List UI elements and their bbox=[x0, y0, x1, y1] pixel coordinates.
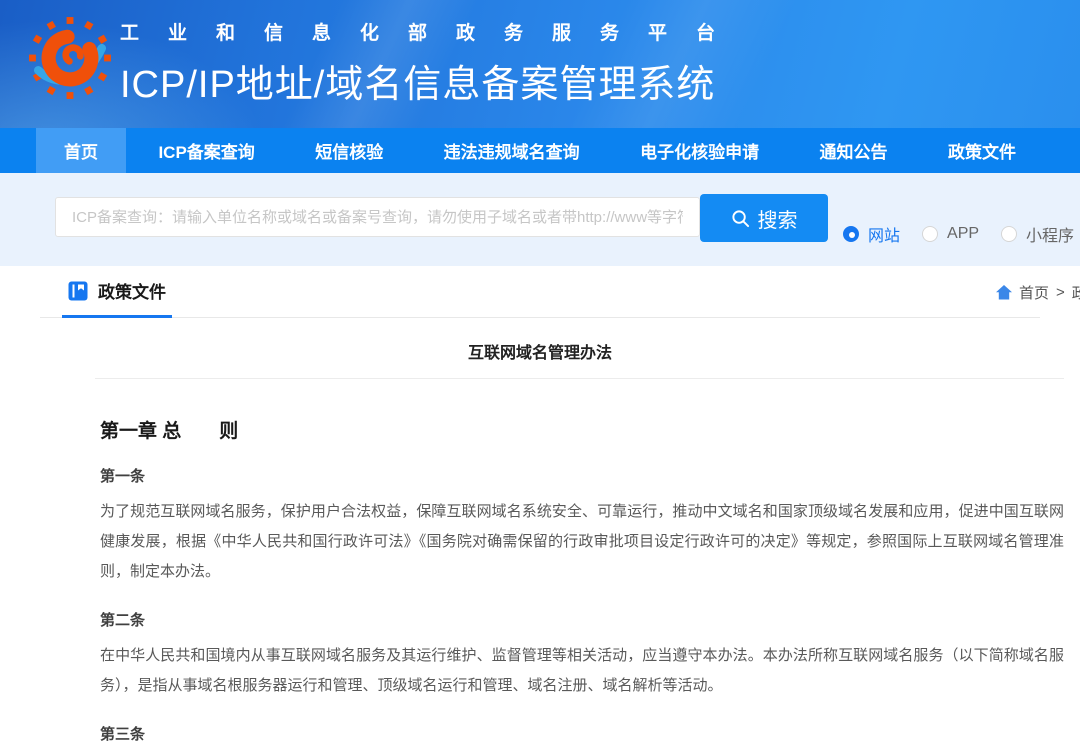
tab-label: 政策文件 bbox=[98, 278, 166, 303]
header-titles: 工业和信息化部政务服务平台 ICP/IP地址/域名信息备案管理系统 bbox=[120, 18, 744, 108]
radio-unchecked-icon[interactable] bbox=[922, 226, 938, 242]
nav-item-e-verification[interactable]: 电子化核验申请 bbox=[612, 128, 787, 173]
law-section-2: 第二条 在中华人民共和国境内从事互联网域名服务及其运行维护、监督管理等相关活动，… bbox=[100, 609, 1064, 701]
content-area: 政策文件 首页 > 政策文件 互联网域名管理办法 第一章 总 则 第一条 为了规… bbox=[0, 266, 1080, 753]
section-body: 为了规范互联网域名服务，保护用户合法权益，保障互联网域名系统安全、可靠运行，推动… bbox=[100, 497, 1064, 587]
policy-book-icon bbox=[68, 281, 88, 301]
nav-item-sms-verify[interactable]: 短信核验 bbox=[287, 128, 411, 173]
law-section-3: 第三条 工业和信息化部对全国的域名服务实施监督管理，主要职责是：（一）制定互联网… bbox=[100, 723, 1064, 753]
law-section-1: 第一条 为了规范互联网域名服务，保护用户合法权益，保障互联网域名系统安全、可靠运… bbox=[100, 465, 1064, 587]
nav-item-policy-files[interactable]: 政策文件 bbox=[920, 128, 1044, 173]
nav-item-illegal-domain-query[interactable]: 违法违规域名查询 bbox=[416, 128, 608, 173]
chapter-heading: 第一章 总 则 bbox=[100, 416, 1064, 443]
radio-checked-icon[interactable] bbox=[843, 226, 859, 242]
section-heading: 第二条 bbox=[100, 609, 1064, 630]
search-type-option-miniprogram[interactable]: 小程序 bbox=[1001, 222, 1074, 246]
search-icon bbox=[731, 209, 750, 228]
breadcrumb-current: 政策文件 bbox=[1072, 282, 1080, 303]
radio-unchecked-icon[interactable] bbox=[1001, 226, 1017, 242]
nav-item-notices[interactable]: 通知公告 bbox=[792, 128, 916, 173]
miit-gear-e-logo-icon bbox=[26, 14, 114, 102]
breadcrumb-separator: > bbox=[1056, 284, 1065, 301]
breadcrumb: 首页 > 政策文件 bbox=[996, 266, 1080, 318]
search-type-option-app[interactable]: APP bbox=[922, 225, 979, 243]
home-icon bbox=[996, 285, 1012, 300]
site-header: 工业和信息化部政务服务平台 ICP/IP地址/域名信息备案管理系统 bbox=[0, 0, 1080, 128]
search-input[interactable] bbox=[55, 197, 700, 237]
system-title: ICP/IP地址/域名信息备案管理系统 bbox=[120, 53, 744, 108]
search-type-options: 网站 APP 小程序 快应用 bbox=[843, 222, 1080, 246]
platform-title: 工业和信息化部政务服务平台 bbox=[120, 18, 744, 45]
main-nav: 首页 ICP备案查询 短信核验 违法违规域名查询 电子化核验申请 通知公告 政策… bbox=[0, 128, 1080, 173]
law-document: 互联网域名管理办法 第一章 总 则 第一条 为了规范互联网域名服务，保护用户合法… bbox=[0, 339, 1080, 753]
divider bbox=[95, 378, 1064, 379]
nav-item-home[interactable]: 首页 bbox=[36, 128, 126, 173]
breadcrumb-home[interactable]: 首页 bbox=[1019, 282, 1049, 303]
section-tab-row: 政策文件 首页 > 政策文件 bbox=[40, 266, 1040, 318]
search-section: 搜索 网站 APP 小程序 快应用 bbox=[0, 173, 1080, 266]
search-button[interactable]: 搜索 bbox=[700, 194, 828, 242]
section-heading: 第一条 bbox=[100, 465, 1064, 486]
tab-policy-files[interactable]: 政策文件 bbox=[62, 266, 172, 318]
document-title: 互联网域名管理办法 bbox=[100, 339, 1064, 363]
search-button-label: 搜索 bbox=[758, 204, 798, 233]
section-body: 在中华人民共和国境内从事互联网域名服务及其运行维护、监督管理等相关活动，应当遵守… bbox=[100, 641, 1064, 701]
section-heading: 第三条 bbox=[100, 723, 1064, 744]
nav-item-icp-query[interactable]: ICP备案查询 bbox=[130, 128, 282, 173]
search-type-option-website[interactable]: 网站 bbox=[843, 222, 900, 246]
